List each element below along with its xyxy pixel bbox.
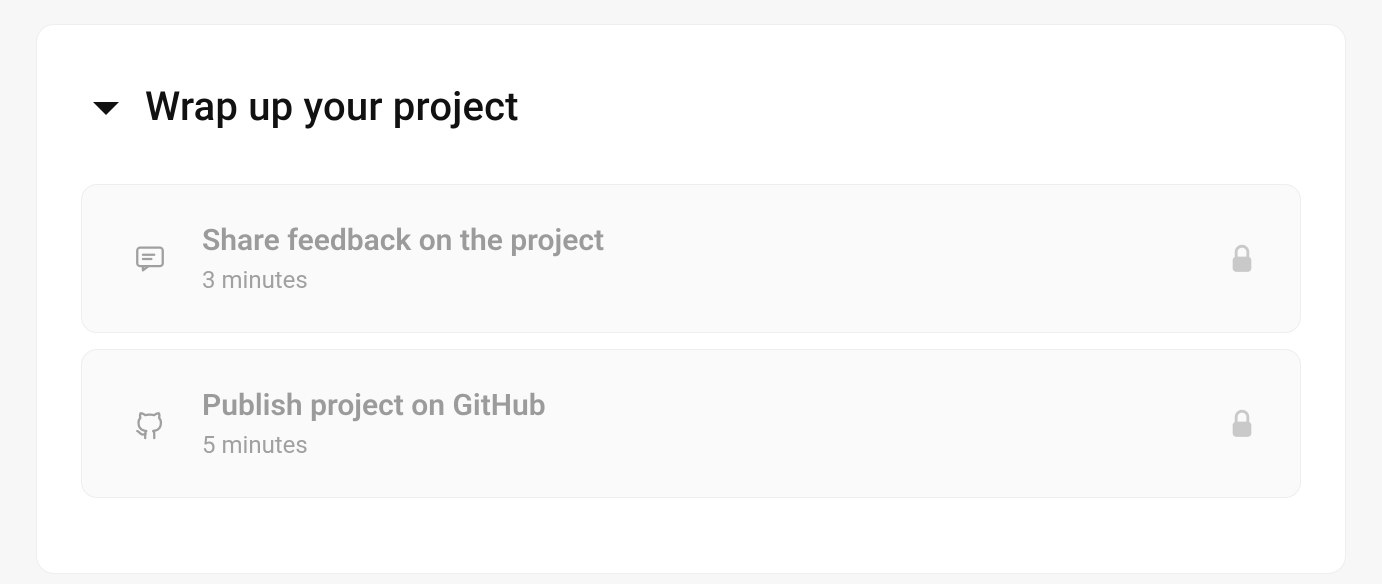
section-header[interactable]: Wrap up your project (81, 83, 1301, 130)
lesson-title: Share feedback on the project (202, 223, 1228, 258)
lesson-list: Share feedback on the project 3 minutes … (81, 184, 1301, 498)
lesson-duration: 3 minutes (202, 266, 1228, 294)
lesson-item-github[interactable]: Publish project on GitHub 5 minutes (81, 349, 1301, 498)
github-icon (132, 406, 168, 442)
lock-icon (1228, 407, 1256, 441)
lesson-title: Publish project on GitHub (202, 388, 1228, 423)
lock-icon (1228, 242, 1256, 276)
comment-icon (132, 241, 168, 277)
lesson-item-feedback[interactable]: Share feedback on the project 3 minutes (81, 184, 1301, 333)
caret-down-icon (93, 102, 119, 115)
section-card: Wrap up your project Share feedback on t… (36, 24, 1346, 574)
section-title: Wrap up your project (145, 83, 519, 130)
lesson-duration: 5 minutes (202, 431, 1228, 459)
lesson-body: Share feedback on the project 3 minutes (202, 223, 1228, 294)
lesson-body: Publish project on GitHub 5 minutes (202, 388, 1228, 459)
